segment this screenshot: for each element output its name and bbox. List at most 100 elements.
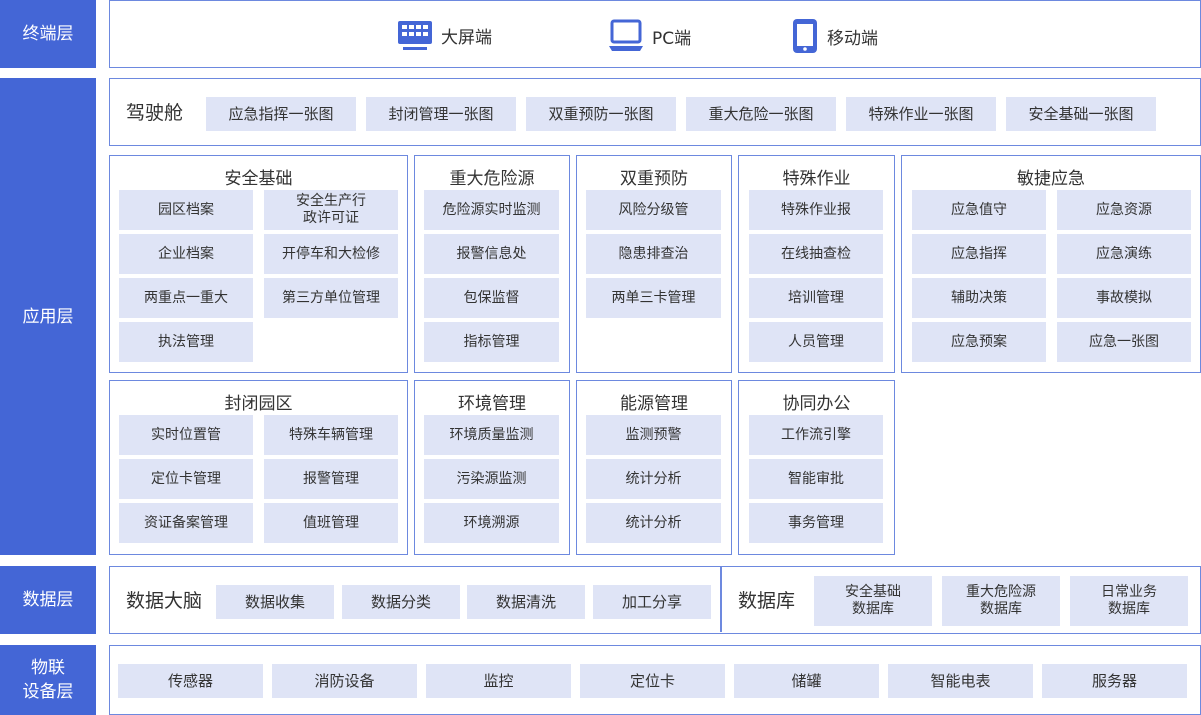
cockpit-item: 安全基础一张图 — [1006, 97, 1156, 131]
layer-label-iot-line1: 物联 — [31, 658, 65, 678]
app-cell: 两重点一重大 — [119, 278, 253, 318]
app-cell: 包保监督 — [424, 278, 559, 318]
app-cell: 智能审批 — [749, 459, 883, 499]
group-title: 双重预防 — [620, 169, 688, 189]
terminal-frame: 大屏端 PC端 移动端 — [109, 0, 1201, 68]
app-cell: 监测预警 — [586, 415, 721, 455]
group-energy: 能源管理 监测预警 统计分析 统计分析 — [576, 380, 732, 555]
layer-label-iot: 物联 设备层 — [0, 645, 96, 715]
iot-item: 储罐 — [734, 664, 879, 698]
mobile-icon — [793, 19, 817, 53]
iot-frame: 传感器 消防设备 监控 定位卡 储罐 智能电表 服务器 — [109, 645, 1201, 715]
database-item: 重大危险源 数据库 — [942, 576, 1060, 626]
app-cell: 第三方单位管理 — [264, 278, 398, 318]
group-title: 能源管理 — [620, 394, 688, 414]
group-agile-emergency: 敏捷应急 应急值守 应急资源 应急指挥 应急演练 辅助决策 事故模拟 应急预案 … — [901, 155, 1201, 373]
group-safety: 安全基础 园区档案 安全生产行 政许可证 企业档案 开停车和大检修 两重点一重大… — [109, 155, 408, 373]
app-cell: 统计分析 — [586, 459, 721, 499]
group-title: 重大危险源 — [449, 169, 535, 189]
app-cell: 定位卡管理 — [119, 459, 253, 499]
app-cell: 指标管理 — [424, 322, 559, 362]
layer-label-application-text: 应用层 — [22, 306, 74, 327]
database-title: 数据库 — [738, 590, 796, 612]
app-cell: 应急值守 — [912, 190, 1046, 230]
app-cell: 园区档案 — [119, 190, 253, 230]
group-special-work: 特殊作业 特殊作业报 在线抽查检 培训管理 人员管理 — [738, 155, 895, 373]
cockpit-item: 应急指挥一张图 — [206, 97, 356, 131]
app-cell: 实时位置管 — [119, 415, 253, 455]
group-title: 敏捷应急 — [1017, 169, 1085, 189]
iot-item: 传感器 — [118, 664, 263, 698]
app-cell: 环境质量监测 — [424, 415, 559, 455]
group-title: 环境管理 — [458, 394, 526, 414]
app-cell: 应急预案 — [912, 322, 1046, 362]
cockpit-title: 驾驶舱 — [126, 102, 184, 124]
terminal-pc: PC端 — [608, 19, 691, 53]
cockpit-item: 特殊作业一张图 — [846, 97, 996, 131]
layer-label-iot-line2: 设备层 — [22, 682, 74, 702]
data-brain-item: 加工分享 — [593, 585, 711, 619]
group-title: 特殊作业 — [782, 169, 851, 189]
cockpit-item: 重大危险一张图 — [686, 97, 836, 131]
app-cell: 应急指挥 — [912, 234, 1046, 274]
cockpit-frame: 驾驶舱 应急指挥一张图 封闭管理一张图 双重预防一张图 重大危险一张图 特殊作业… — [109, 78, 1201, 146]
app-cell: 危险源实时监测 — [424, 190, 559, 230]
app-cell: 工作流引擎 — [749, 415, 883, 455]
iot-item: 服务器 — [1042, 664, 1187, 698]
group-collaborative-office: 协同办公 工作流引擎 智能审批 事务管理 — [738, 380, 895, 555]
app-cell: 报警信息处 — [424, 234, 559, 274]
database-item: 安全基础 数据库 — [814, 576, 932, 626]
layer-label-application: 应用层 — [0, 78, 96, 555]
app-cell: 人员管理 — [749, 322, 883, 362]
group-dual-prevention: 双重预防 风险分级管 隐患排查治 两单三卡管理 — [576, 155, 732, 373]
layer-label-terminal-text: 终端层 — [22, 24, 74, 44]
data-divider — [720, 567, 722, 632]
layer-label-data-text: 数据层 — [22, 590, 74, 610]
group-title: 协同办公 — [782, 394, 851, 414]
data-brain-item: 数据收集 — [216, 585, 334, 619]
app-cell: 执法管理 — [119, 322, 253, 362]
app-cell: 在线抽查检 — [749, 234, 883, 274]
app-cell: 事务管理 — [749, 503, 883, 543]
data-frame: 数据大脑 数据收集 数据分类 数据清洗 加工分享 数据库 安全基础 数据库 重大… — [109, 566, 1201, 634]
terminal-mobile: 移动端 — [791, 18, 878, 54]
terminal-big-screen-label: 大屏端 — [441, 27, 492, 48]
iot-item: 监控 — [426, 664, 571, 698]
big-screen-icon — [398, 21, 432, 50]
app-cell: 企业档案 — [119, 234, 253, 274]
iot-item: 定位卡 — [580, 664, 725, 698]
cockpit-item: 双重预防一张图 — [526, 97, 676, 131]
app-cell: 特殊车辆管理 — [264, 415, 398, 455]
app-cell: 培训管理 — [749, 278, 883, 318]
app-cell: 特殊作业报 — [749, 190, 883, 230]
data-brain-item: 数据清洗 — [467, 585, 585, 619]
cockpit-item: 封闭管理一张图 — [366, 97, 516, 131]
app-cell: 资证备案管理 — [119, 503, 253, 543]
group-hazard: 重大危险源 危险源实时监测 报警信息处 包保监督 指标管理 — [414, 155, 570, 373]
app-cell: 报警管理 — [264, 459, 398, 499]
app-cell: 应急资源 — [1057, 190, 1191, 230]
iot-item: 消防设备 — [272, 664, 417, 698]
app-cell: 安全生产行 政许可证 — [264, 190, 398, 230]
app-cell: 开停车和大检修 — [264, 234, 398, 274]
group-title: 封闭园区 — [224, 394, 293, 414]
app-cell: 风险分级管 — [586, 190, 721, 230]
app-cell: 污染源监测 — [424, 459, 559, 499]
data-brain-title: 数据大脑 — [126, 590, 203, 612]
group-title: 安全基础 — [224, 169, 293, 189]
app-cell: 环境溯源 — [424, 503, 559, 543]
group-closed-park: 封闭园区 实时位置管 特殊车辆管理 定位卡管理 报警管理 资证备案管理 值班管理 — [109, 380, 408, 555]
data-brain-item: 数据分类 — [342, 585, 460, 619]
app-cell: 辅助决策 — [912, 278, 1046, 318]
terminal-pc-label: PC端 — [652, 28, 692, 49]
iot-item: 智能电表 — [888, 664, 1033, 698]
layer-label-data: 数据层 — [0, 566, 96, 634]
app-cell: 应急一张图 — [1057, 322, 1191, 362]
app-cell: 事故模拟 — [1057, 278, 1191, 318]
layer-label-terminal: 终端层 — [0, 0, 96, 68]
app-cell: 统计分析 — [586, 503, 721, 543]
app-cell: 隐患排查治 — [586, 234, 721, 274]
terminal-big-screen: 大屏端 — [397, 19, 492, 51]
app-cell: 两单三卡管理 — [586, 278, 721, 318]
database-item: 日常业务 数据库 — [1070, 576, 1188, 626]
